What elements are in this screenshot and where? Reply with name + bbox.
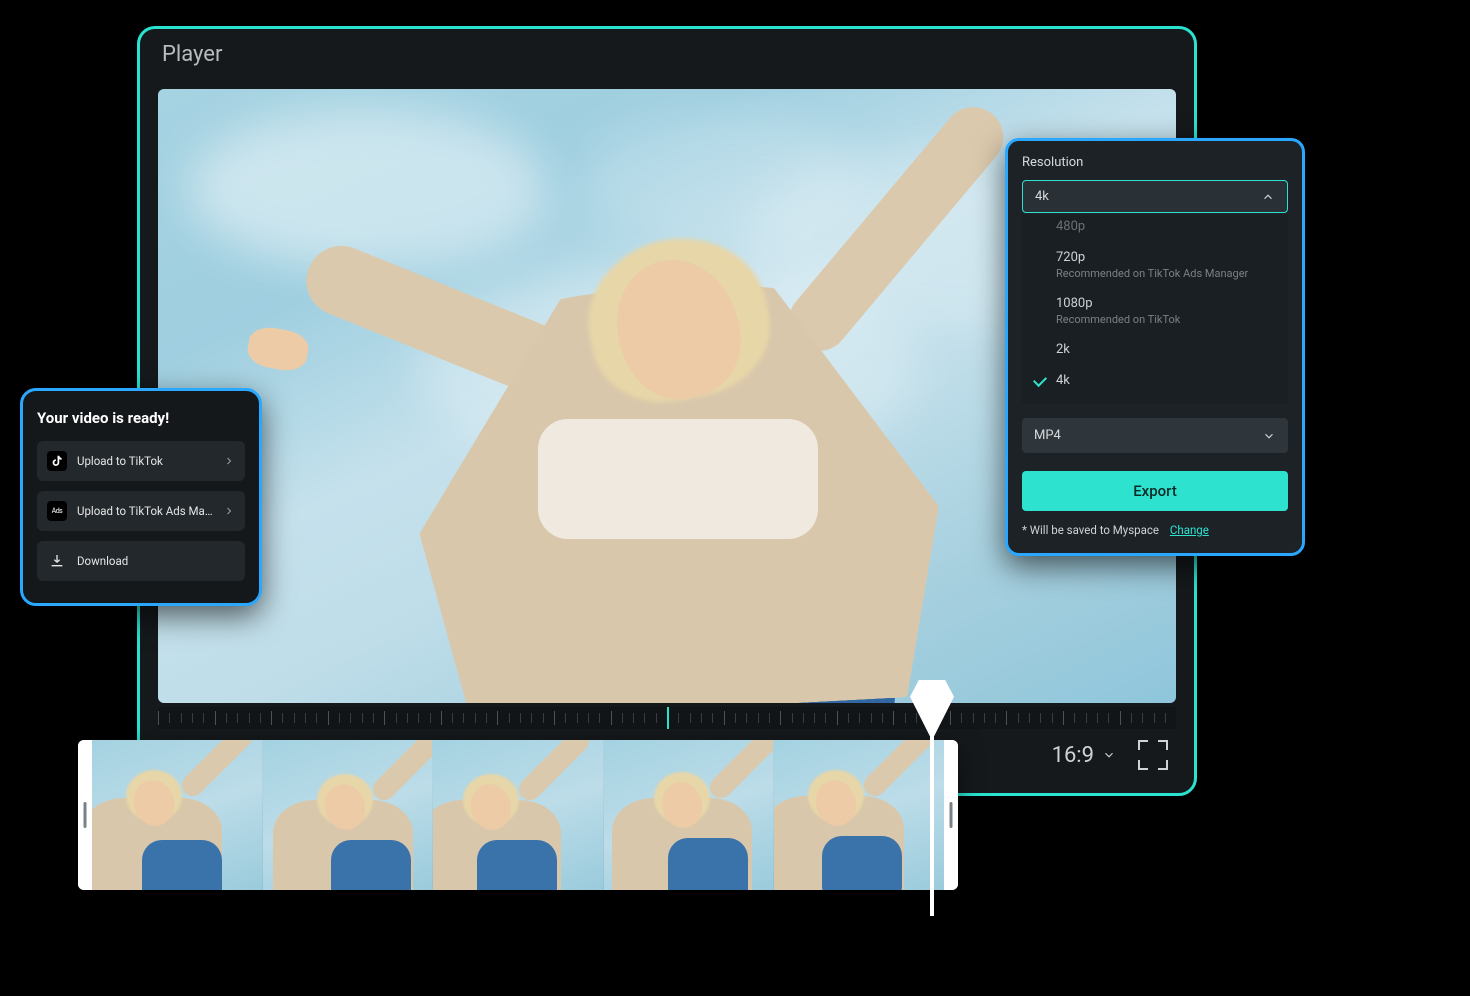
option-label: 1080p [1056, 296, 1093, 311]
option-label: 720p [1056, 250, 1085, 265]
option-label: Upload to TikTok Ads Manager [77, 504, 213, 518]
chevron-right-icon [223, 505, 235, 517]
ready-title: Your video is ready! [37, 409, 245, 427]
frame-thumb [603, 740, 774, 890]
option-label: 480p [1056, 219, 1085, 234]
option-sublabel: Recommended on TikTok [1056, 313, 1274, 326]
resolution-selected-value: 4k [1035, 189, 1049, 204]
export-button[interactable]: Export [1022, 471, 1288, 511]
save-note-text: * Will be saved to Myspace [1022, 523, 1159, 537]
chevron-down-icon [1262, 429, 1276, 443]
video-ready-panel: Your video is ready! Upload to TikTok Ad… [20, 388, 262, 606]
option-label: 2k [1056, 342, 1070, 357]
option-label: 4k [1056, 373, 1070, 388]
format-value: MP4 [1034, 428, 1061, 443]
resolution-option-720p[interactable]: 720p Recommended on TikTok Ads Manager [1022, 242, 1288, 288]
option-sublabel: Recommended on TikTok Ads Manager [1056, 267, 1274, 280]
aspect-ratio-selector[interactable]: 16:9 [1052, 743, 1116, 768]
subject-hand [245, 324, 311, 374]
tiktok-icon [47, 451, 67, 471]
frame-thumb [262, 740, 433, 890]
fullscreen-icon [1158, 740, 1168, 750]
resolution-heading: Resolution [1022, 155, 1288, 170]
resolution-option-4k[interactable]: 4k [1022, 365, 1288, 396]
timeline-filmstrip[interactable] [78, 740, 958, 890]
download-icon [47, 551, 67, 571]
chevron-right-icon [223, 455, 235, 467]
chevron-down-icon [1102, 748, 1116, 762]
player-title: Player [162, 42, 222, 67]
option-label: Download [77, 554, 235, 568]
aspect-ratio-value: 16:9 [1052, 743, 1094, 768]
option-label: Upload to TikTok [77, 454, 213, 468]
chevron-up-icon [1261, 190, 1275, 204]
subject-sweater [538, 419, 818, 539]
trim-handle-left[interactable] [78, 740, 92, 890]
fullscreen-button[interactable] [1138, 740, 1168, 770]
frame-thumb [92, 740, 262, 890]
resolution-option-480p[interactable]: 480p [1022, 219, 1288, 242]
upload-tiktok-option[interactable]: Upload to TikTok [37, 441, 245, 481]
resolution-option-1080p[interactable]: 1080p Recommended on TikTok [1022, 288, 1288, 334]
ruler-playhead[interactable] [667, 707, 669, 729]
save-location-note: * Will be saved to Myspace Change [1022, 523, 1288, 537]
resolution-dropdown: 480p 720p Recommended on TikTok Ads Mana… [1022, 215, 1288, 404]
resolution-select[interactable]: 4k [1022, 180, 1288, 213]
upload-tiktok-ads-option[interactable]: Ads Upload to TikTok Ads Manager [37, 491, 245, 531]
change-location-link[interactable]: Change [1170, 523, 1209, 537]
download-option[interactable]: Download [37, 541, 245, 581]
export-label: Export [1133, 482, 1177, 500]
frame-thumb [773, 740, 944, 890]
filmstrip-frames[interactable] [92, 740, 944, 890]
frame-thumb [432, 740, 603, 890]
tiktok-ads-icon: Ads [47, 501, 67, 521]
resolution-option-2k[interactable]: 2k [1022, 334, 1288, 365]
subject-arm [777, 95, 1016, 363]
export-panel: Resolution 4k 480p 720p Recommended on T… [1005, 138, 1305, 556]
format-select[interactable]: MP4 [1022, 418, 1288, 453]
player-header: Player [140, 29, 1194, 79]
fullscreen-icon [1138, 760, 1148, 770]
fullscreen-icon [1138, 740, 1148, 750]
trim-handle-right[interactable] [944, 740, 958, 890]
fullscreen-icon [1158, 760, 1168, 770]
